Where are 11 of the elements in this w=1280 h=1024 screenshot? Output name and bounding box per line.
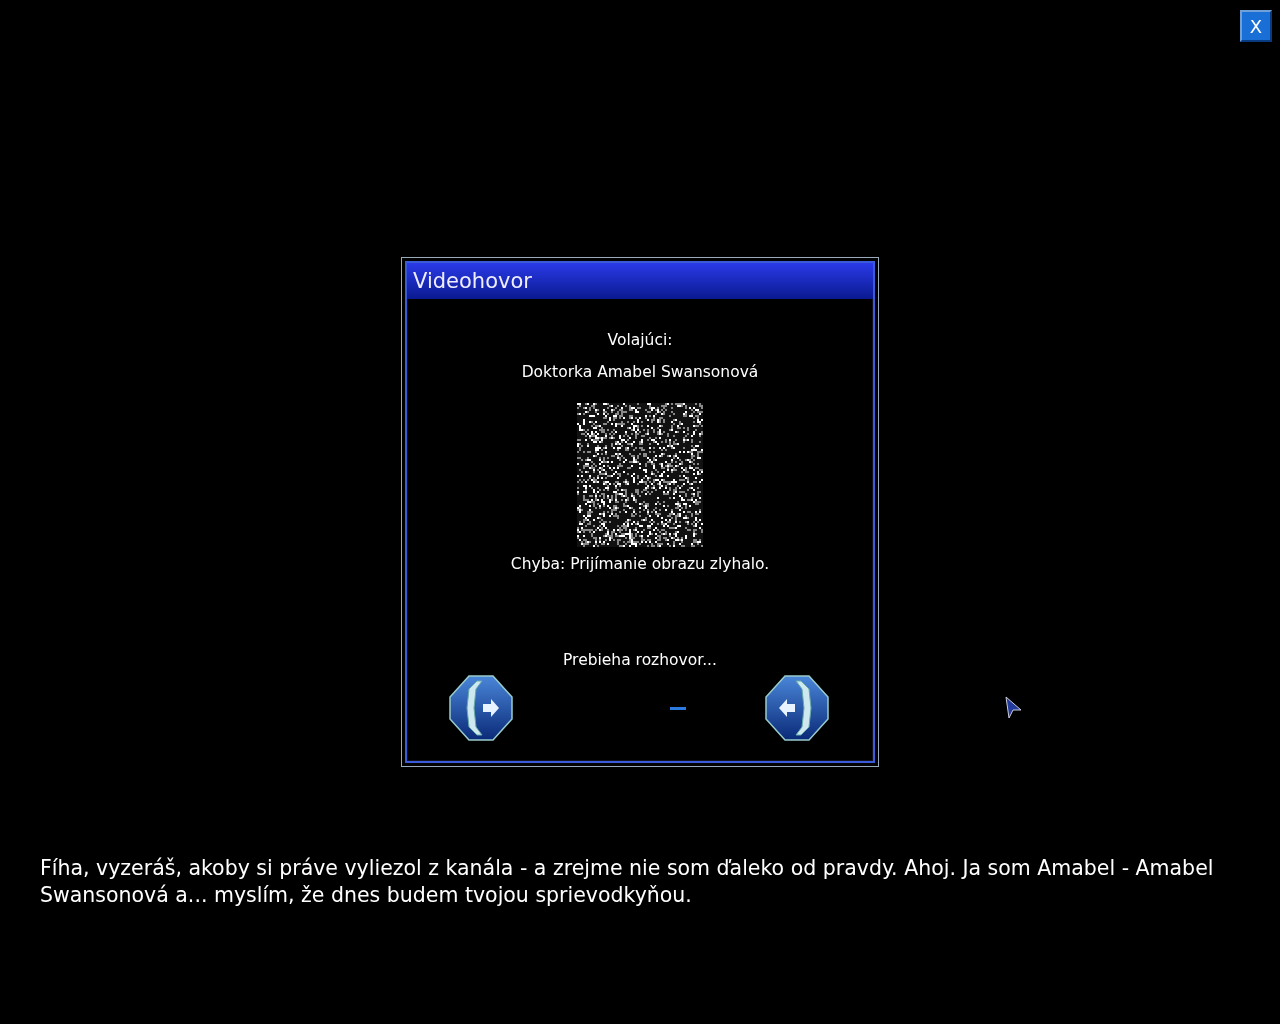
- caller-name: Doktorka Amabel Swansonová: [521, 363, 759, 381]
- close-button[interactable]: X: [1240, 10, 1272, 42]
- answer-call-icon[interactable]: [449, 675, 513, 741]
- caller-label: Volajúci:: [607, 331, 673, 349]
- error-message: Chyba: Prijímanie obrazu zlyhalo.: [510, 555, 770, 573]
- dialog-title: Videohovor: [407, 263, 873, 299]
- subtitle-text: Fíha, vyzeráš, akoby si práve vyliezol z kanála - a zrejme nie som ďaleko od pravdy. Ahoj. Ja som Amabel - Amabel Swansonová a... myslím, že dnes budem tvojou sprievodkyňou.: [40, 855, 1215, 909]
- hang-up-icon[interactable]: [765, 675, 829, 741]
- progress-indicator: [670, 706, 686, 710]
- call-status: Prebieha rozhovor...: [563, 651, 717, 669]
- mouse-pointer-icon: [1005, 696, 1023, 720]
